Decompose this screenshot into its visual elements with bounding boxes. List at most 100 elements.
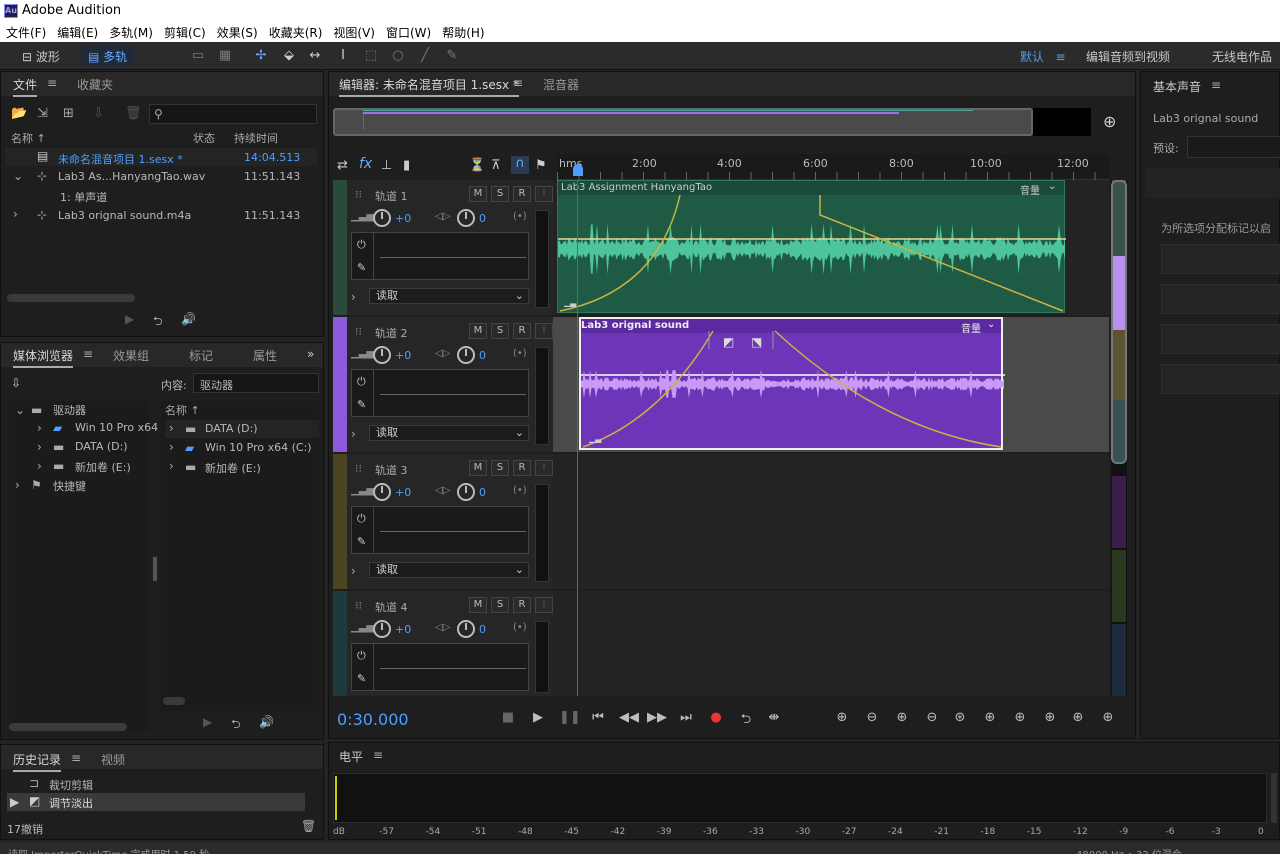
file-row-session[interactable]: ▤ 未命名混音项目 1.sesx * 14:04.513 <box>5 148 317 166</box>
preset-select[interactable] <box>1187 136 1280 158</box>
menu-item[interactable]: 效果(S) <box>211 22 263 42</box>
track-expand-icon[interactable]: ⁝⁝ <box>355 599 362 612</box>
volume-knob[interactable] <box>373 620 391 638</box>
zoom-fit-icon[interactable]: ⊕ <box>1099 710 1117 725</box>
zoom-reset-icon[interactable]: ⊕ <box>1103 112 1116 131</box>
fx-icon[interactable]: fx <box>359 156 372 172</box>
expand-right-icon[interactable]: › <box>37 421 42 435</box>
file-row-wav[interactable]: ⌄ ⊹ Lab3 As...HanyangTao.wav 11:51.143 <box>5 167 317 185</box>
slip-tool-icon[interactable]: ↔ <box>307 48 323 64</box>
tree-newvol[interactable]: 新加卷 (E:) <box>75 459 131 475</box>
menu-item[interactable]: 编辑(E) <box>51 22 103 42</box>
scroll-thumb[interactable] <box>1111 180 1127 464</box>
content-select[interactable]: 驱动器 <box>193 373 319 393</box>
fx-rack[interactable]: ⏻ ✎ <box>351 506 529 554</box>
time-ruler[interactable]: hms 2:00 4:00 6:00 8:00 10:00 12:00 <box>557 154 1109 180</box>
file-row-channel[interactable]: 1: 单声道 <box>5 186 317 204</box>
workspace-default[interactable]: 默认 ≡ <box>1014 46 1072 66</box>
expand-right-icon[interactable]: › <box>37 440 42 454</box>
type-button-sfx[interactable] <box>1161 324 1280 354</box>
history-item-current[interactable]: ▶ ◩ 调节淡出 <box>7 793 305 811</box>
tab-files[interactable]: 文件 <box>13 76 38 97</box>
move-tool-icon[interactable]: ✢ <box>253 48 269 64</box>
history-menu-icon[interactable]: ≡ <box>71 751 81 765</box>
menu-item[interactable]: 剪辑(C) <box>158 22 211 42</box>
power-icon[interactable]: ⏻ <box>357 238 366 252</box>
pan-knob[interactable] <box>457 346 475 364</box>
edit-pencil-icon[interactable]: ✎ <box>357 535 366 548</box>
automation-mode-select[interactable]: 读取 ⌄ <box>369 562 529 578</box>
levels-menu-icon[interactable]: ≡ <box>373 748 383 762</box>
list-item[interactable]: › ▬ DATA (D:) <box>165 420 319 438</box>
tab-media-browser[interactable]: 媒体浏览器 <box>13 347 74 368</box>
tab-video[interactable]: 视频 <box>101 751 125 768</box>
track-color-strip[interactable] <box>333 180 347 315</box>
track-name[interactable]: 轨道 2 <box>375 325 408 341</box>
volume-knob[interactable] <box>373 483 391 501</box>
record-arm-button[interactable]: R <box>513 186 531 202</box>
splitter-handle[interactable] <box>153 557 157 581</box>
track-name[interactable]: 轨道 4 <box>375 599 408 615</box>
brush-icon[interactable]: ╱ <box>417 48 433 64</box>
power-icon[interactable]: ⏻ <box>357 512 366 526</box>
record-arm-button[interactable]: R <box>513 460 531 476</box>
snap-magnet-icon[interactable]: ∩ <box>511 156 529 174</box>
tree-drives[interactable]: 驱动器 <box>53 402 86 418</box>
edit-pencil-icon[interactable]: ✎ <box>357 398 366 411</box>
automation-mode-select[interactable]: 读取 ⌄ <box>369 288 529 304</box>
track-color-strip[interactable] <box>333 591 347 696</box>
play-icon[interactable]: ▶ <box>529 710 547 725</box>
fx-rack[interactable]: ⏻ ✎ <box>351 232 529 280</box>
loop-icon[interactable]: ⮌ <box>231 715 241 736</box>
loop-icon[interactable]: ⮌ <box>153 312 163 333</box>
files-menu-icon[interactable]: ≡ <box>47 76 57 90</box>
multitrack-view-button[interactable]: ▤ 多轨 <box>82 46 134 66</box>
monitor-input-button[interactable]: I <box>535 323 553 339</box>
mute-button[interactable]: M <box>469 597 487 613</box>
import-icon[interactable]: ⇲ <box>37 106 48 121</box>
tree-win10[interactable]: Win 10 Pro x64 <box>75 421 158 434</box>
fx-rack[interactable]: ⏻ ✎ <box>351 643 529 691</box>
go-to-start-icon[interactable]: ⏮ <box>589 710 607 725</box>
playhead-handle[interactable] <box>573 164 583 176</box>
file-row-m4a[interactable]: › ⊹ Lab3 orignal sound.m4a 11:51.143 <box>5 206 317 224</box>
track-name[interactable]: 轨道 1 <box>375 188 408 204</box>
list-scrollbar[interactable] <box>163 697 185 705</box>
fx-rack[interactable]: ⏻ ✎ <box>351 369 529 417</box>
expand-right-icon[interactable]: › <box>37 459 42 473</box>
play-icon[interactable]: ▶ <box>125 312 134 326</box>
mute-button[interactable]: M <box>469 186 487 202</box>
track-color-scrollbar[interactable] <box>1111 180 1127 696</box>
zoom-selection-icon[interactable]: ⊕ <box>1041 710 1059 725</box>
zoom-in-point-icon[interactable]: ⊕ <box>981 710 999 725</box>
media-col-name[interactable]: 名称 ↑ <box>165 402 200 418</box>
go-to-end-icon[interactable]: ⏭ <box>677 710 695 725</box>
zoom-overview-bar[interactable] <box>333 108 1033 136</box>
menu-item[interactable]: 文件(F) <box>0 22 51 42</box>
automation-mode-select[interactable]: 读取 ⌄ <box>369 425 529 441</box>
tab-markers[interactable]: 标记 <box>189 347 213 364</box>
power-icon[interactable]: ⏻ <box>357 649 366 663</box>
editor-menu-icon[interactable]: ≡ <box>513 76 523 90</box>
spectral-display-icon[interactable]: ▭ <box>190 48 206 64</box>
media-menu-icon[interactable]: ≡ <box>83 347 93 361</box>
expand-down-icon[interactable]: ⌄ <box>13 169 23 183</box>
track-expand-icon[interactable]: ⁝⁝ <box>355 462 362 475</box>
insert-icon[interactable]: ⇩ <box>93 106 104 121</box>
marquee-icon[interactable]: ⬚ <box>363 48 379 64</box>
loop-playback-icon[interactable]: ⮌ <box>737 710 755 732</box>
marker-icon[interactable]: ⚑ <box>535 158 547 173</box>
list-item[interactable]: › ▬ 新加卷 (E:) <box>165 458 319 476</box>
meter-scrollbar[interactable] <box>1271 773 1277 823</box>
power-icon[interactable]: ⏻ <box>357 375 366 389</box>
tab-editor[interactable]: 编辑器: 未命名混音项目 1.sesx * <box>339 76 519 97</box>
expand-down-icon[interactable]: ⌄ <box>15 403 25 417</box>
history-item[interactable]: ⊐ 裁切剪辑 <box>7 775 305 793</box>
tab-history[interactable]: 历史记录 <box>13 751 62 772</box>
menu-item[interactable]: 窗口(W) <box>380 22 436 42</box>
mute-button[interactable]: M <box>469 460 487 476</box>
autoplay-icon[interactable]: 🔊 <box>181 312 196 326</box>
audio-clip-selected[interactable]: Lab3 orignal sound 音量 ⌄ ◩ ⬔ ▁▃ <box>579 317 1005 450</box>
switch-icon[interactable]: ⇄ <box>337 158 348 173</box>
monitor-input-button[interactable]: I <box>535 186 553 202</box>
